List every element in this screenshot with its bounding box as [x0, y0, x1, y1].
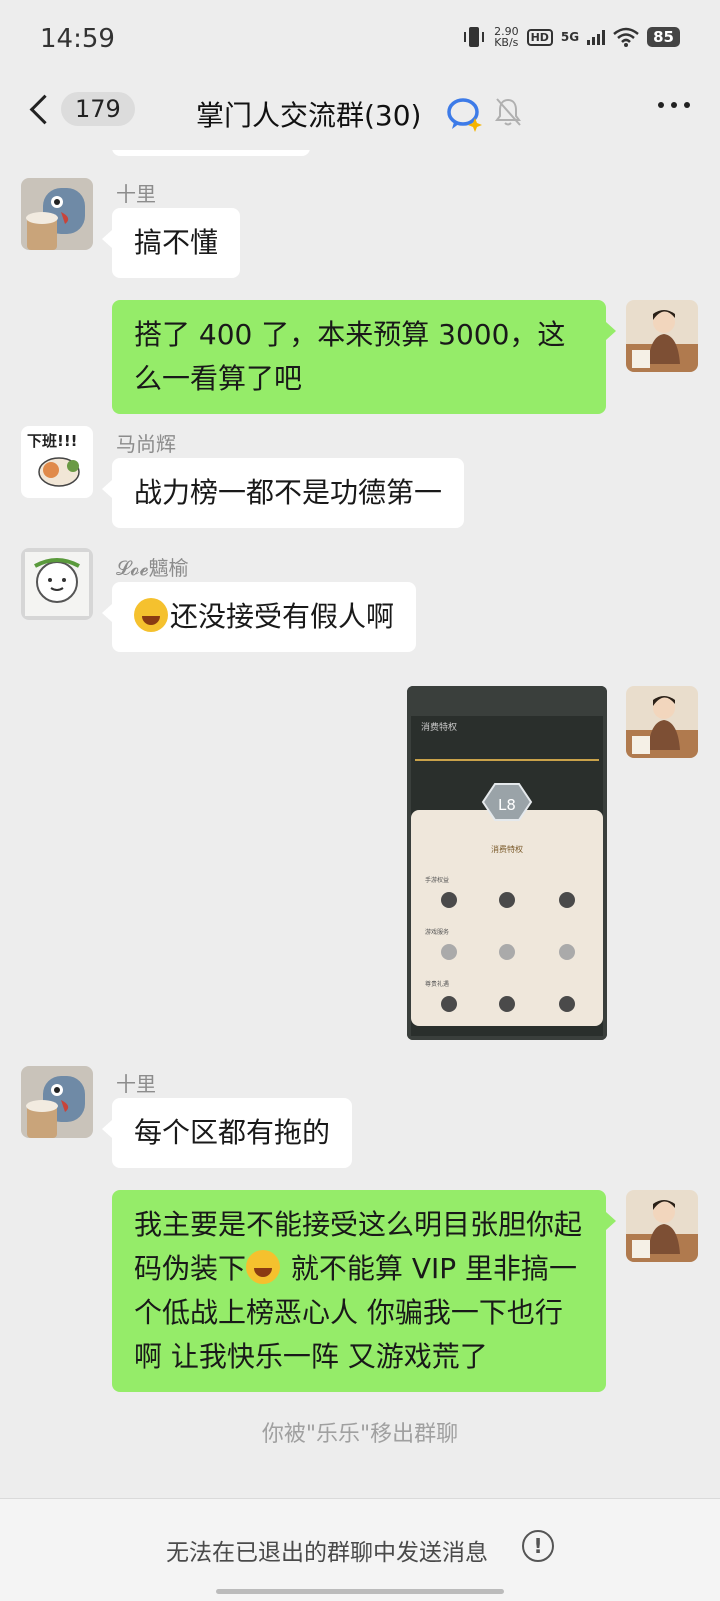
image-section: 手游权益: [425, 876, 449, 884]
more-options-button[interactable]: [658, 102, 690, 108]
avatar-self[interactable]: [626, 300, 698, 372]
message-image[interactable]: L8 消费特权 消费特权 手游权益 游戏服务 尊贵礼遇: [407, 686, 607, 1040]
message-bubble-self[interactable]: 搭了 400 了，本来预算 3000，这么一看算了吧: [112, 300, 616, 414]
message-bubble[interactable]: 搞不懂: [101, 208, 241, 278]
ai-chat-icon[interactable]: [446, 96, 484, 132]
cry-laugh-emoji-icon: [246, 1250, 281, 1284]
status-icons: 2.90 KB/s HD 5G 85: [462, 26, 680, 48]
message-bubble-partial: [112, 150, 310, 156]
sticker-text: 下班!!!: [27, 432, 78, 450]
message-text: 还没接受有假人啊: [170, 600, 395, 633]
sender-name: 十里: [116, 1072, 156, 1096]
avatar-shili[interactable]: [21, 178, 93, 250]
mute-bell-icon: [495, 98, 521, 126]
chat-title[interactable]: 掌门人交流群(30): [196, 94, 421, 134]
hd-icon: HD: [526, 28, 553, 46]
image-title: 消费特权: [421, 721, 457, 733]
avatar-self[interactable]: [626, 1190, 698, 1262]
message-bubble[interactable]: 战力榜一都不是功德第一: [101, 458, 465, 528]
status-bar: 14:59 2.90 KB/s HD 5G 85: [0, 0, 720, 80]
vibrate-icon: [464, 27, 485, 47]
image-section: 尊贵礼遇: [425, 980, 449, 988]
more-dot: [658, 102, 664, 108]
chevron-left-icon: [29, 94, 60, 124]
cannot-send-notice: 无法在已退出的群聊中发送消息: [166, 1540, 488, 1566]
image-section: 游戏服务: [425, 928, 449, 936]
input-disabled-bar: 无法在已退出的群聊中发送消息 !: [0, 1498, 720, 1601]
system-notice: 你被"乐乐"移出群聊: [261, 1422, 459, 1447]
battery-icon: 85: [647, 27, 680, 47]
back-button[interactable]: 179: [26, 92, 135, 126]
sender-name: 马尚辉: [116, 432, 176, 456]
message-list[interactable]: 十里 搞不懂 搭了 400 了，本来预算 3000，这么一看算了吧 下班!!! …: [0, 150, 720, 1498]
avatar-chiyu[interactable]: [21, 548, 93, 620]
net-speed: 2.90 KB/s: [494, 25, 519, 49]
message-bubble[interactable]: 还没接受有假人啊: [101, 582, 417, 652]
more-dot: [684, 102, 690, 108]
wifi-icon: [613, 27, 639, 47]
home-indicator[interactable]: [216, 1589, 504, 1594]
unread-count-badge: 179: [61, 92, 135, 126]
avatar-shili[interactable]: [21, 1066, 93, 1138]
network-type: 5G: [560, 30, 580, 44]
avatar-mashanghui[interactable]: 下班!!!: [21, 426, 93, 498]
image-badge: L8: [498, 796, 516, 814]
message-bubble[interactable]: 每个区都有拖的: [101, 1098, 353, 1168]
signal-icon: [587, 29, 606, 45]
chat-header: 179 掌门人交流群(30): [0, 80, 720, 150]
laugh-emoji-icon: [134, 598, 168, 632]
status-time: 14:59: [40, 24, 115, 54]
info-icon[interactable]: !: [522, 1530, 554, 1562]
message-bubble-self[interactable]: 我主要是不能接受这么明目张胆你起码伪装下 就不能算 VIP 里非搞一个低战上榜恶…: [112, 1190, 616, 1392]
avatar-self[interactable]: [626, 686, 698, 758]
image-caption: 消费特权: [491, 844, 523, 854]
more-dot: [671, 102, 677, 108]
sender-name: 十里: [116, 182, 156, 206]
sender-name: 𝓛𝓸𝓮魑榆: [116, 556, 189, 580]
